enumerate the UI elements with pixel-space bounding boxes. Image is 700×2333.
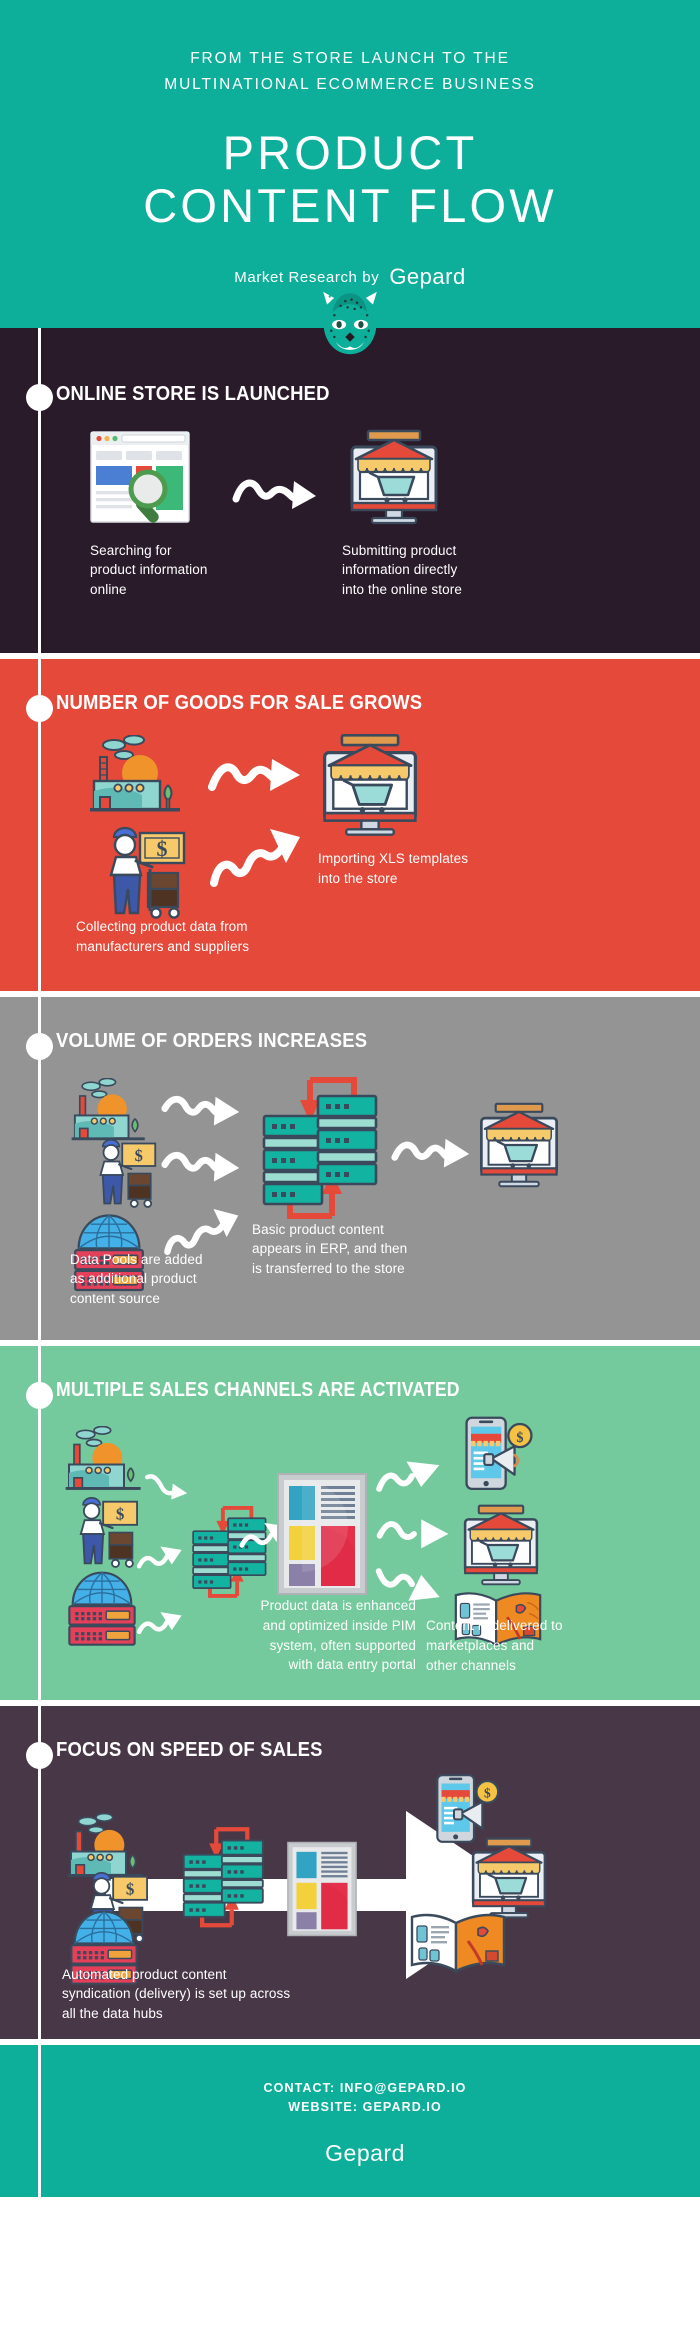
footer-website: WEBSITE: GEPARD.IO [288,2100,442,2115]
section-volume-of-orders-increases: VOLUME OF ORDERS INCREASES $ Data Pools … [0,991,700,1340]
item-caption: Importing XLS templates into the store [318,851,469,886]
squiggle-arrow-icon [232,469,320,520]
item-caption: Product data is enhanced and optimized i… [260,1598,416,1673]
timeline-dot [26,1742,53,1770]
header-kicker-line2: MULTINATIONAL ECOMMERCE BUSINESS [164,75,536,93]
svg-text:$: $ [116,1505,124,1524]
page-title: PRODUCT CONTENT FLOW [50,126,650,232]
footer-contact-email: CONTACT: INFO@GEPARD.IO [263,2080,467,2095]
item-caption: Collecting product data from manufacture… [76,919,250,954]
mobile-marketplace-icon: $ [452,1416,538,1501]
footer-brand-logotype: Gepard [325,2139,405,2166]
squiggle-arrow-icon [386,1132,478,1181]
section-title: VOLUME OF ORDERS INCREASES [56,1029,368,1053]
cheetah-head-icon [311,284,389,362]
header-byline-prefix: Market Research by [234,268,380,286]
supplier-worker-icon: $ [100,823,190,924]
erp-servers-icon [176,1825,272,1950]
page-title-line2: CONTENT FLOW [143,178,557,232]
item-caption: Submitting product information directly … [342,542,462,597]
svg-text:$: $ [135,1146,143,1165]
infographic-root: FROM THE STORE LAUNCH TO THE MULTINATION… [0,0,700,2197]
data-pool-globe-icon [64,1566,140,1653]
browser-search-icon [90,431,190,528]
timeline-rail [38,328,41,2197]
supplier-worker-icon: $ [92,1136,160,1213]
svg-text:$: $ [484,1786,491,1801]
svg-text:$: $ [516,1430,523,1446]
item-caption: Content is delivered to marketplaces and… [426,1618,563,1673]
timeline-dot [26,1033,53,1061]
section-number-of-goods-for-sale-grows: NUMBER OF GOODS FOR SALE GROWS $ Importi… [0,652,700,992]
section-title: NUMBER OF GOODS FOR SALE GROWS [56,690,423,714]
item-caption: Automated product content syndication (d… [62,1966,291,2021]
footer: CONTACT: INFO@GEPARD.IO WEBSITE: GEPARD.… [0,2038,700,2197]
squiggle-arrow-icon [374,1514,454,1557]
section-focus-on-speed-of-sales: FOCUS ON SPEED OF SALES $ $ Automated pr… [0,1700,700,2039]
timeline-dot [26,384,53,412]
pim-system-icon [286,1841,358,1942]
page-title-line1: PRODUCT [222,126,478,180]
squiggle-arrow-icon [374,1456,450,1503]
section-title: MULTIPLE SALES CHANNELS ARE ACTIVATED [56,1377,460,1401]
factory-icon [64,1426,144,1503]
footer-contact-block: CONTACT: INFO@GEPARD.IO WEBSITE: GEPARD.… [56,2079,674,2118]
section-online-store-is-launched: ONLINE STORE IS LAUNCHED Searching for p… [0,328,700,653]
section-title: ONLINE STORE IS LAUNCHED [56,382,330,406]
timeline-dot [26,694,53,722]
supplier-worker-icon: $ [72,1494,142,1573]
svg-text:$: $ [157,836,168,861]
svg-text:$: $ [126,1879,134,1898]
brand-logotype: Gepard [389,264,466,290]
section-title: FOCUS ON SPEED OF SALES [56,1738,323,1762]
online-store-monitor-icon [476,1100,562,1195]
factory-icon [88,734,184,826]
squiggle-arrow-icon [160,1090,244,1139]
section-multiple-sales-channels-are-activated: MULTIPLE SALES CHANNELS ARE ACTIVATED $ … [0,1339,700,1701]
header-kicker-line1: FROM THE STORE LAUNCH TO THE [190,50,510,67]
online-store-monitor-icon [318,731,422,844]
item-caption: Data Pools are added as additional produ… [70,1251,203,1306]
online-store-monitor-icon [460,1502,542,1593]
item-caption: Basic product content appears in ERP, an… [252,1221,408,1276]
timeline-dot [26,1381,53,1409]
catalog-brochure-icon [408,1907,508,1984]
header-kicker: FROM THE STORE LAUNCH TO THE MULTINATION… [50,46,650,97]
squiggle-arrow-icon [208,749,304,806]
pim-system-icon [276,1472,368,1601]
squiggle-arrow-icon [160,1146,244,1195]
squiggle-arrow-icon [208,823,304,896]
online-store-monitor-icon [346,427,442,532]
header: FROM THE STORE LAUNCH TO THE MULTINATION… [0,0,700,355]
item-caption: Searching for product information online [90,542,208,597]
